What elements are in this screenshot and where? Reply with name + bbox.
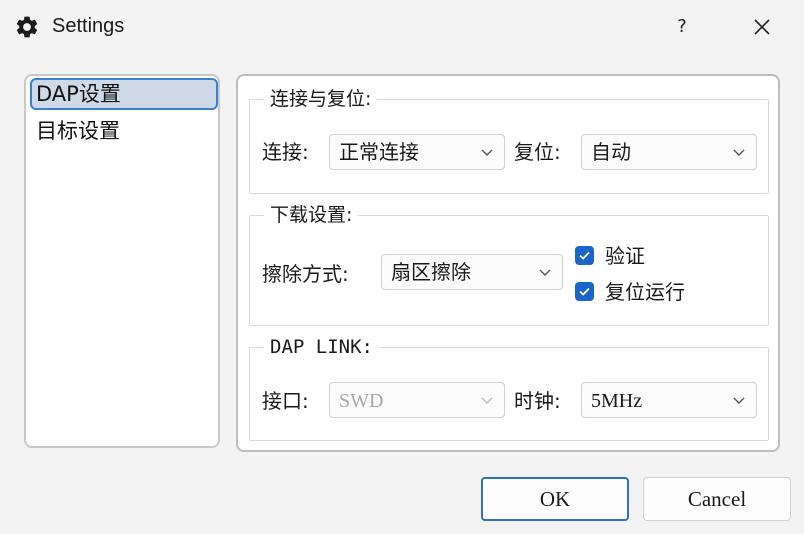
interface-label: 接口:	[262, 389, 309, 413]
gear-icon	[16, 16, 38, 38]
group-title: 下载设置:	[264, 202, 359, 228]
interface-value: SWD	[339, 390, 384, 412]
erase-mode-select[interactable]: 扇区擦除	[381, 254, 563, 290]
interface-select[interactable]: SWD	[329, 382, 505, 418]
close-icon	[754, 19, 770, 35]
chevron-down-icon	[481, 397, 493, 404]
chevron-down-icon	[733, 149, 745, 156]
clock-select[interactable]: 5MHz	[581, 382, 757, 418]
group-title: 连接与复位:	[264, 86, 378, 112]
reset-mode-select[interactable]: 自动	[581, 134, 757, 170]
window-title: Settings	[52, 15, 125, 37]
dap-link-group: DAP LINK: 接口: SWD 时钟: 5MHz	[249, 334, 769, 441]
connect-mode-value: 正常连接	[339, 140, 419, 164]
reset-run-checkbox[interactable]	[575, 282, 594, 301]
settings-category-list[interactable]: DAP设置 目标设置	[24, 74, 220, 448]
chevron-down-icon	[539, 269, 551, 276]
connect-mode-select[interactable]: 正常连接	[329, 134, 505, 170]
cancel-button[interactable]: Cancel	[643, 477, 791, 521]
verify-checkbox[interactable]	[575, 246, 594, 265]
reset-run-label[interactable]: 复位运行	[605, 278, 685, 306]
clock-value: 5MHz	[591, 390, 643, 412]
nav-item-target-settings[interactable]: 目标设置	[30, 116, 218, 148]
chevron-down-icon	[481, 149, 493, 156]
reset-label: 复位:	[514, 140, 561, 164]
erase-mode-value: 扇区擦除	[391, 260, 471, 284]
connect-label: 连接:	[262, 140, 309, 164]
close-button[interactable]	[740, 8, 784, 46]
connect-reset-group: 连接与复位: 连接: 正常连接 复位: 自动	[249, 86, 769, 194]
group-title: DAP LINK:	[264, 334, 379, 360]
checkmark-icon	[579, 251, 590, 260]
checkmark-icon	[579, 287, 590, 296]
verify-label[interactable]: 验证	[605, 242, 645, 270]
help-button[interactable]: ?	[662, 8, 702, 46]
ok-button[interactable]: OK	[481, 477, 629, 521]
reset-mode-value: 自动	[591, 140, 631, 164]
erase-mode-label: 擦除方式:	[262, 262, 349, 286]
nav-item-dap-settings[interactable]: DAP设置	[30, 78, 218, 110]
settings-panel: 连接与复位: 连接: 正常连接 复位: 自动 下载设置: 擦除方式: 扇区擦除 …	[236, 74, 780, 452]
chevron-down-icon	[733, 397, 745, 404]
title-bar: Settings ?	[0, 0, 804, 54]
download-settings-group: 下载设置: 擦除方式: 扇区擦除 验证 复位运行	[249, 202, 769, 326]
clock-label: 时钟:	[514, 389, 561, 413]
